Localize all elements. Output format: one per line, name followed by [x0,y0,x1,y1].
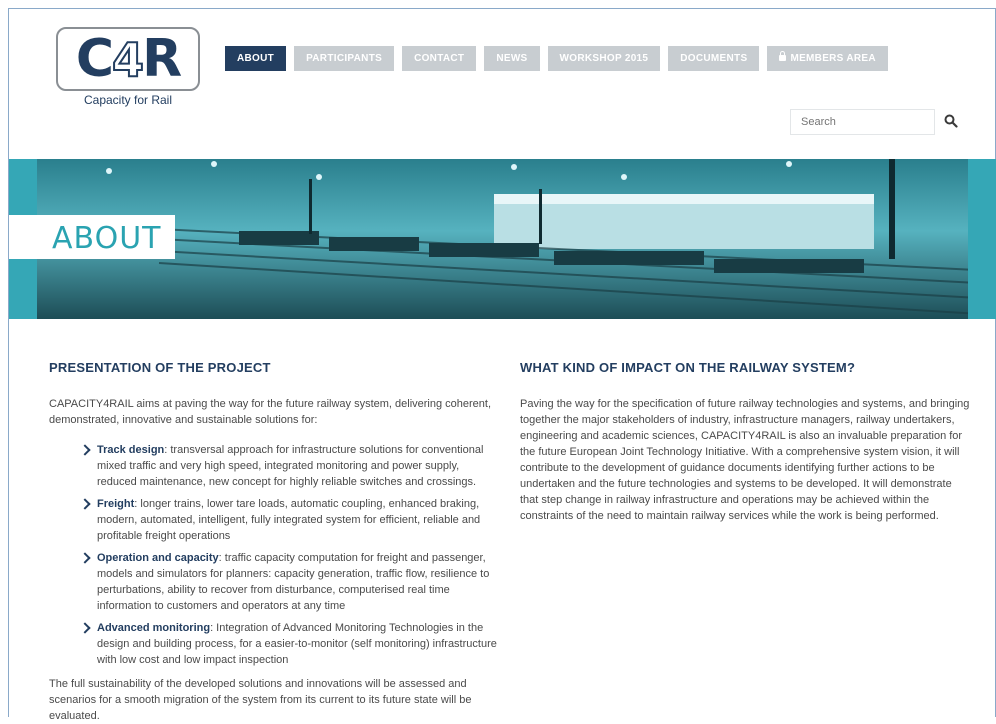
list-item: Operation and capacity: traffic capacity… [79,550,501,614]
feature-title: Operation and capacity [97,552,219,564]
section-heading-impact: WHAT KIND OF IMPACT ON THE RAILWAY SYSTE… [520,360,856,375]
main-nav: ABOUT PARTICIPANTS CONTACT NEWS WORKSHOP… [225,46,888,71]
chevron-right-icon [79,444,91,456]
search-input[interactable] [790,109,935,135]
nav-item-members-area-label: MEMBERS AREA [790,53,876,64]
nav-item-members-area[interactable]: MEMBERS AREA [767,46,888,71]
feature-list: Track design: transversal approach for i… [49,442,501,668]
feature-title: Track design [97,444,165,456]
logo-tagline: Capacity for Rail [83,93,173,107]
presentation-intro: CAPACITY4RAIL aims at paving the way for… [49,398,492,426]
nav-item-contact[interactable]: CONTACT [402,46,477,71]
nav-item-about[interactable]: ABOUT [225,46,287,71]
impact-text: Paving the way for the specification of … [520,398,970,522]
nav-item-news[interactable]: NEWS [484,46,540,71]
chevron-right-icon [79,622,91,634]
list-item: Freight: longer trains, lower tare loads… [79,496,501,544]
nav-item-workshop-2015[interactable]: WORKSHOP 2015 [547,46,661,71]
feature-text: : longer trains, lower tare loads, autom… [97,498,481,542]
banner-title-box: ABOUT [9,215,175,259]
nav-item-participants[interactable]: PARTICIPANTS [294,46,395,71]
banner-edge-right [968,159,996,319]
impact-section: WHAT KIND OF IMPACT ON THE RAILWAY SYSTE… [520,360,970,524]
project-presentation-section: PRESENTATION OF THE PROJECT CAPACITY4RAI… [49,360,501,724]
feature-title: Advanced monitoring [97,622,211,634]
chevron-right-icon [79,498,91,510]
list-item: Advanced monitoring: Integration of Adva… [79,620,501,668]
search-icon[interactable] [944,114,958,128]
logo-mark-box: C4R [56,27,200,91]
lock-icon [779,51,787,61]
site-logo[interactable]: C4R Capacity for Rail [56,27,202,109]
chevron-right-icon [79,552,91,564]
list-item: Track design: transversal approach for i… [79,442,501,490]
feature-title: Freight [97,498,135,510]
nav-item-documents[interactable]: DOCUMENTS [668,46,760,71]
logo-mark: C4R [75,29,182,89]
section-heading-presentation: PRESENTATION OF THE PROJECT [49,360,271,375]
banner-title: ABOUT [52,221,162,256]
